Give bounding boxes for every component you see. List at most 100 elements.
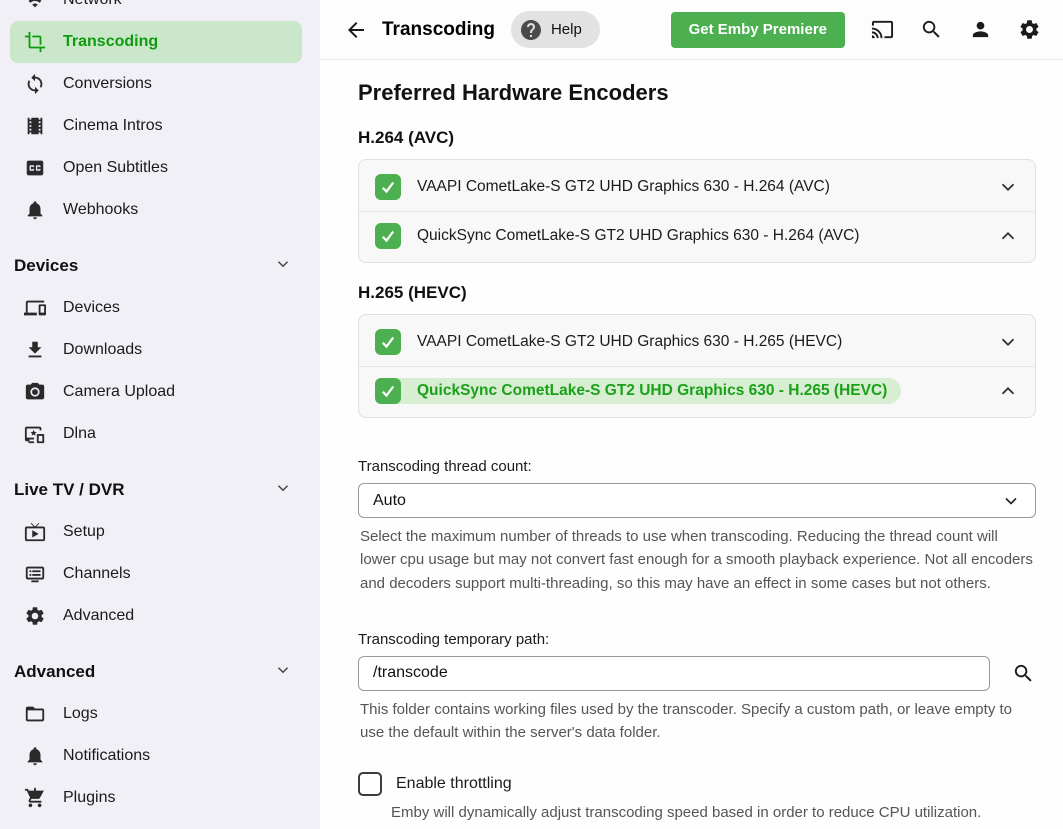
- check-icon: [379, 382, 397, 400]
- chevron-down-icon: [274, 661, 292, 684]
- bell-icon: [24, 745, 46, 767]
- sidebar-item-label: Open Subtitles: [63, 159, 168, 177]
- download-icon: [24, 339, 46, 361]
- sidebar-item-conversions[interactable]: Conversions: [10, 63, 302, 105]
- transcoding-icon: [24, 31, 46, 53]
- chevron-up-icon[interactable]: [997, 225, 1019, 247]
- checkbox-unchecked[interactable]: [358, 772, 382, 796]
- bell-icon: [24, 199, 46, 221]
- encoder-row-selected[interactable]: QuickSync CometLake-S GT2 UHD Graphics 6…: [359, 366, 1035, 415]
- section-title: Devices: [14, 256, 274, 276]
- thread-count-field: Transcoding thread count: Auto Select th…: [358, 458, 1036, 595]
- chevron-down-icon[interactable]: [997, 176, 1019, 198]
- encoder-row[interactable]: QuickSync CometLake-S GT2 UHD Graphics 6…: [359, 211, 1035, 260]
- codec-heading-h264: H.264 (AVC): [358, 128, 1036, 148]
- sidebar: Network Transcoding Conversions Cinema I…: [0, 0, 320, 829]
- help-button[interactable]: Help: [511, 11, 600, 48]
- sidebar-item-dlna[interactable]: Dlna: [10, 413, 302, 455]
- sidebar-item-scheduled-tasks[interactable]: Scheduled Tasks: [10, 819, 302, 829]
- encoder-label: QuickSync CometLake-S GT2 UHD Graphics 6…: [417, 227, 859, 245]
- chevron-down-icon: [274, 479, 292, 502]
- section-title: Live TV / DVR: [14, 480, 274, 500]
- sidebar-item-label: Network: [63, 0, 122, 9]
- search-button[interactable]: [919, 18, 943, 42]
- sidebar-item-channels[interactable]: Channels: [10, 553, 302, 595]
- sidebar-item-notifications[interactable]: Notifications: [10, 735, 302, 777]
- chevron-down-icon: [1001, 491, 1021, 511]
- sidebar-item-label: Devices: [63, 299, 120, 317]
- sidebar-item-label: Plugins: [63, 789, 115, 807]
- emby-settings-window: Network Transcoding Conversions Cinema I…: [0, 0, 1063, 829]
- sidebar-item-open-subtitles[interactable]: Open Subtitles: [10, 147, 302, 189]
- sidebar-item-label: Webhooks: [63, 201, 138, 219]
- temp-path-field: Transcoding temporary path: This folder …: [358, 631, 1036, 745]
- sidebar-item-label: Dlna: [63, 425, 96, 443]
- top-bar: Transcoding Help Get Emby Premiere: [320, 0, 1063, 60]
- sidebar-item-label: Setup: [63, 523, 105, 541]
- encoder-label: VAAPI CometLake-S GT2 UHD Graphics 630 -…: [417, 178, 830, 196]
- sidebar-section-live-tv[interactable]: Live TV / DVR: [0, 469, 320, 511]
- throttling-row[interactable]: Enable throttling: [358, 772, 1036, 796]
- checkbox-checked[interactable]: [375, 223, 401, 249]
- search-icon: [1012, 662, 1035, 685]
- sidebar-item-setup[interactable]: Setup: [10, 511, 302, 553]
- sidebar-item-cinema-intros[interactable]: Cinema Intros: [10, 105, 302, 147]
- browse-path-button[interactable]: [1012, 661, 1036, 685]
- sidebar-item-logs[interactable]: Logs: [10, 693, 302, 735]
- chevron-down-icon[interactable]: [997, 331, 1019, 353]
- cast-button[interactable]: [870, 18, 894, 42]
- settings-button[interactable]: [1017, 18, 1041, 42]
- film-icon: [24, 115, 46, 137]
- sidebar-item-webhooks[interactable]: Webhooks: [10, 189, 302, 231]
- codec-heading-h265: H.265 (HEVC): [358, 283, 1036, 303]
- search-icon: [920, 18, 943, 41]
- cast-icon: [871, 18, 894, 41]
- temp-path-input[interactable]: [358, 656, 990, 691]
- sidebar-item-transcoding[interactable]: Transcoding: [10, 21, 302, 63]
- sidebar-item-label: Notifications: [63, 747, 150, 765]
- network-icon: [24, 0, 46, 11]
- help-icon: [519, 18, 543, 42]
- encoder-row[interactable]: VAAPI CometLake-S GT2 UHD Graphics 630 -…: [359, 162, 1035, 211]
- user-button[interactable]: [968, 18, 992, 42]
- help-label: Help: [551, 21, 582, 38]
- back-button[interactable]: [344, 17, 370, 43]
- checkbox-checked[interactable]: [375, 174, 401, 200]
- gear-icon: [1018, 18, 1041, 41]
- sidebar-item-livetv-advanced[interactable]: Advanced: [10, 595, 302, 637]
- sidebar-item-camera-upload[interactable]: Camera Upload: [10, 371, 302, 413]
- sidebar-item-label: Downloads: [63, 341, 142, 359]
- thread-count-value: Auto: [373, 492, 1001, 510]
- sidebar-item-label: Advanced: [63, 607, 134, 625]
- checkbox-checked[interactable]: [375, 329, 401, 355]
- encoder-row[interactable]: VAAPI CometLake-S GT2 UHD Graphics 630 -…: [359, 317, 1035, 366]
- settings-content: Preferred Hardware Encoders H.264 (AVC) …: [320, 60, 1063, 829]
- section-title: Advanced: [14, 662, 274, 682]
- temp-path-description: This folder contains working files used …: [358, 698, 1036, 745]
- check-icon: [379, 333, 397, 351]
- chevron-up-icon[interactable]: [997, 380, 1019, 402]
- encoder-label: VAAPI CometLake-S GT2 UHD Graphics 630 -…: [417, 333, 842, 351]
- sidebar-item-network[interactable]: Network: [10, 0, 302, 21]
- thread-count-select[interactable]: Auto: [358, 483, 1036, 518]
- throttling-label: Enable throttling: [396, 775, 512, 793]
- sidebar-item-label: Cinema Intros: [63, 117, 163, 135]
- sidebar-item-plugins[interactable]: Plugins: [10, 777, 302, 819]
- encoder-label: QuickSync CometLake-S GT2 UHD Graphics 6…: [417, 382, 887, 400]
- sidebar-item-label: Camera Upload: [63, 383, 175, 401]
- sidebar-section-advanced[interactable]: Advanced: [0, 651, 320, 693]
- chevron-down-icon: [274, 255, 292, 278]
- sidebar-section-devices[interactable]: Devices: [0, 245, 320, 287]
- encoder-card-h265: VAAPI CometLake-S GT2 UHD Graphics 630 -…: [358, 314, 1036, 418]
- sidebar-item-devices[interactable]: Devices: [10, 287, 302, 329]
- throttling-field: Enable throttling Emby will dynamically …: [358, 772, 1036, 825]
- sidebar-item-label: Channels: [63, 565, 131, 583]
- channel-list-icon: [24, 563, 46, 585]
- cart-plus-icon: [24, 787, 46, 809]
- check-icon: [379, 178, 397, 196]
- sidebar-item-downloads[interactable]: Downloads: [10, 329, 302, 371]
- get-emby-premiere-button[interactable]: Get Emby Premiere: [671, 12, 845, 48]
- highlighted-encoder: QuickSync CometLake-S GT2 UHD Graphics 6…: [375, 378, 901, 404]
- checkbox-checked[interactable]: [375, 378, 401, 404]
- arrow-back-icon: [344, 18, 368, 42]
